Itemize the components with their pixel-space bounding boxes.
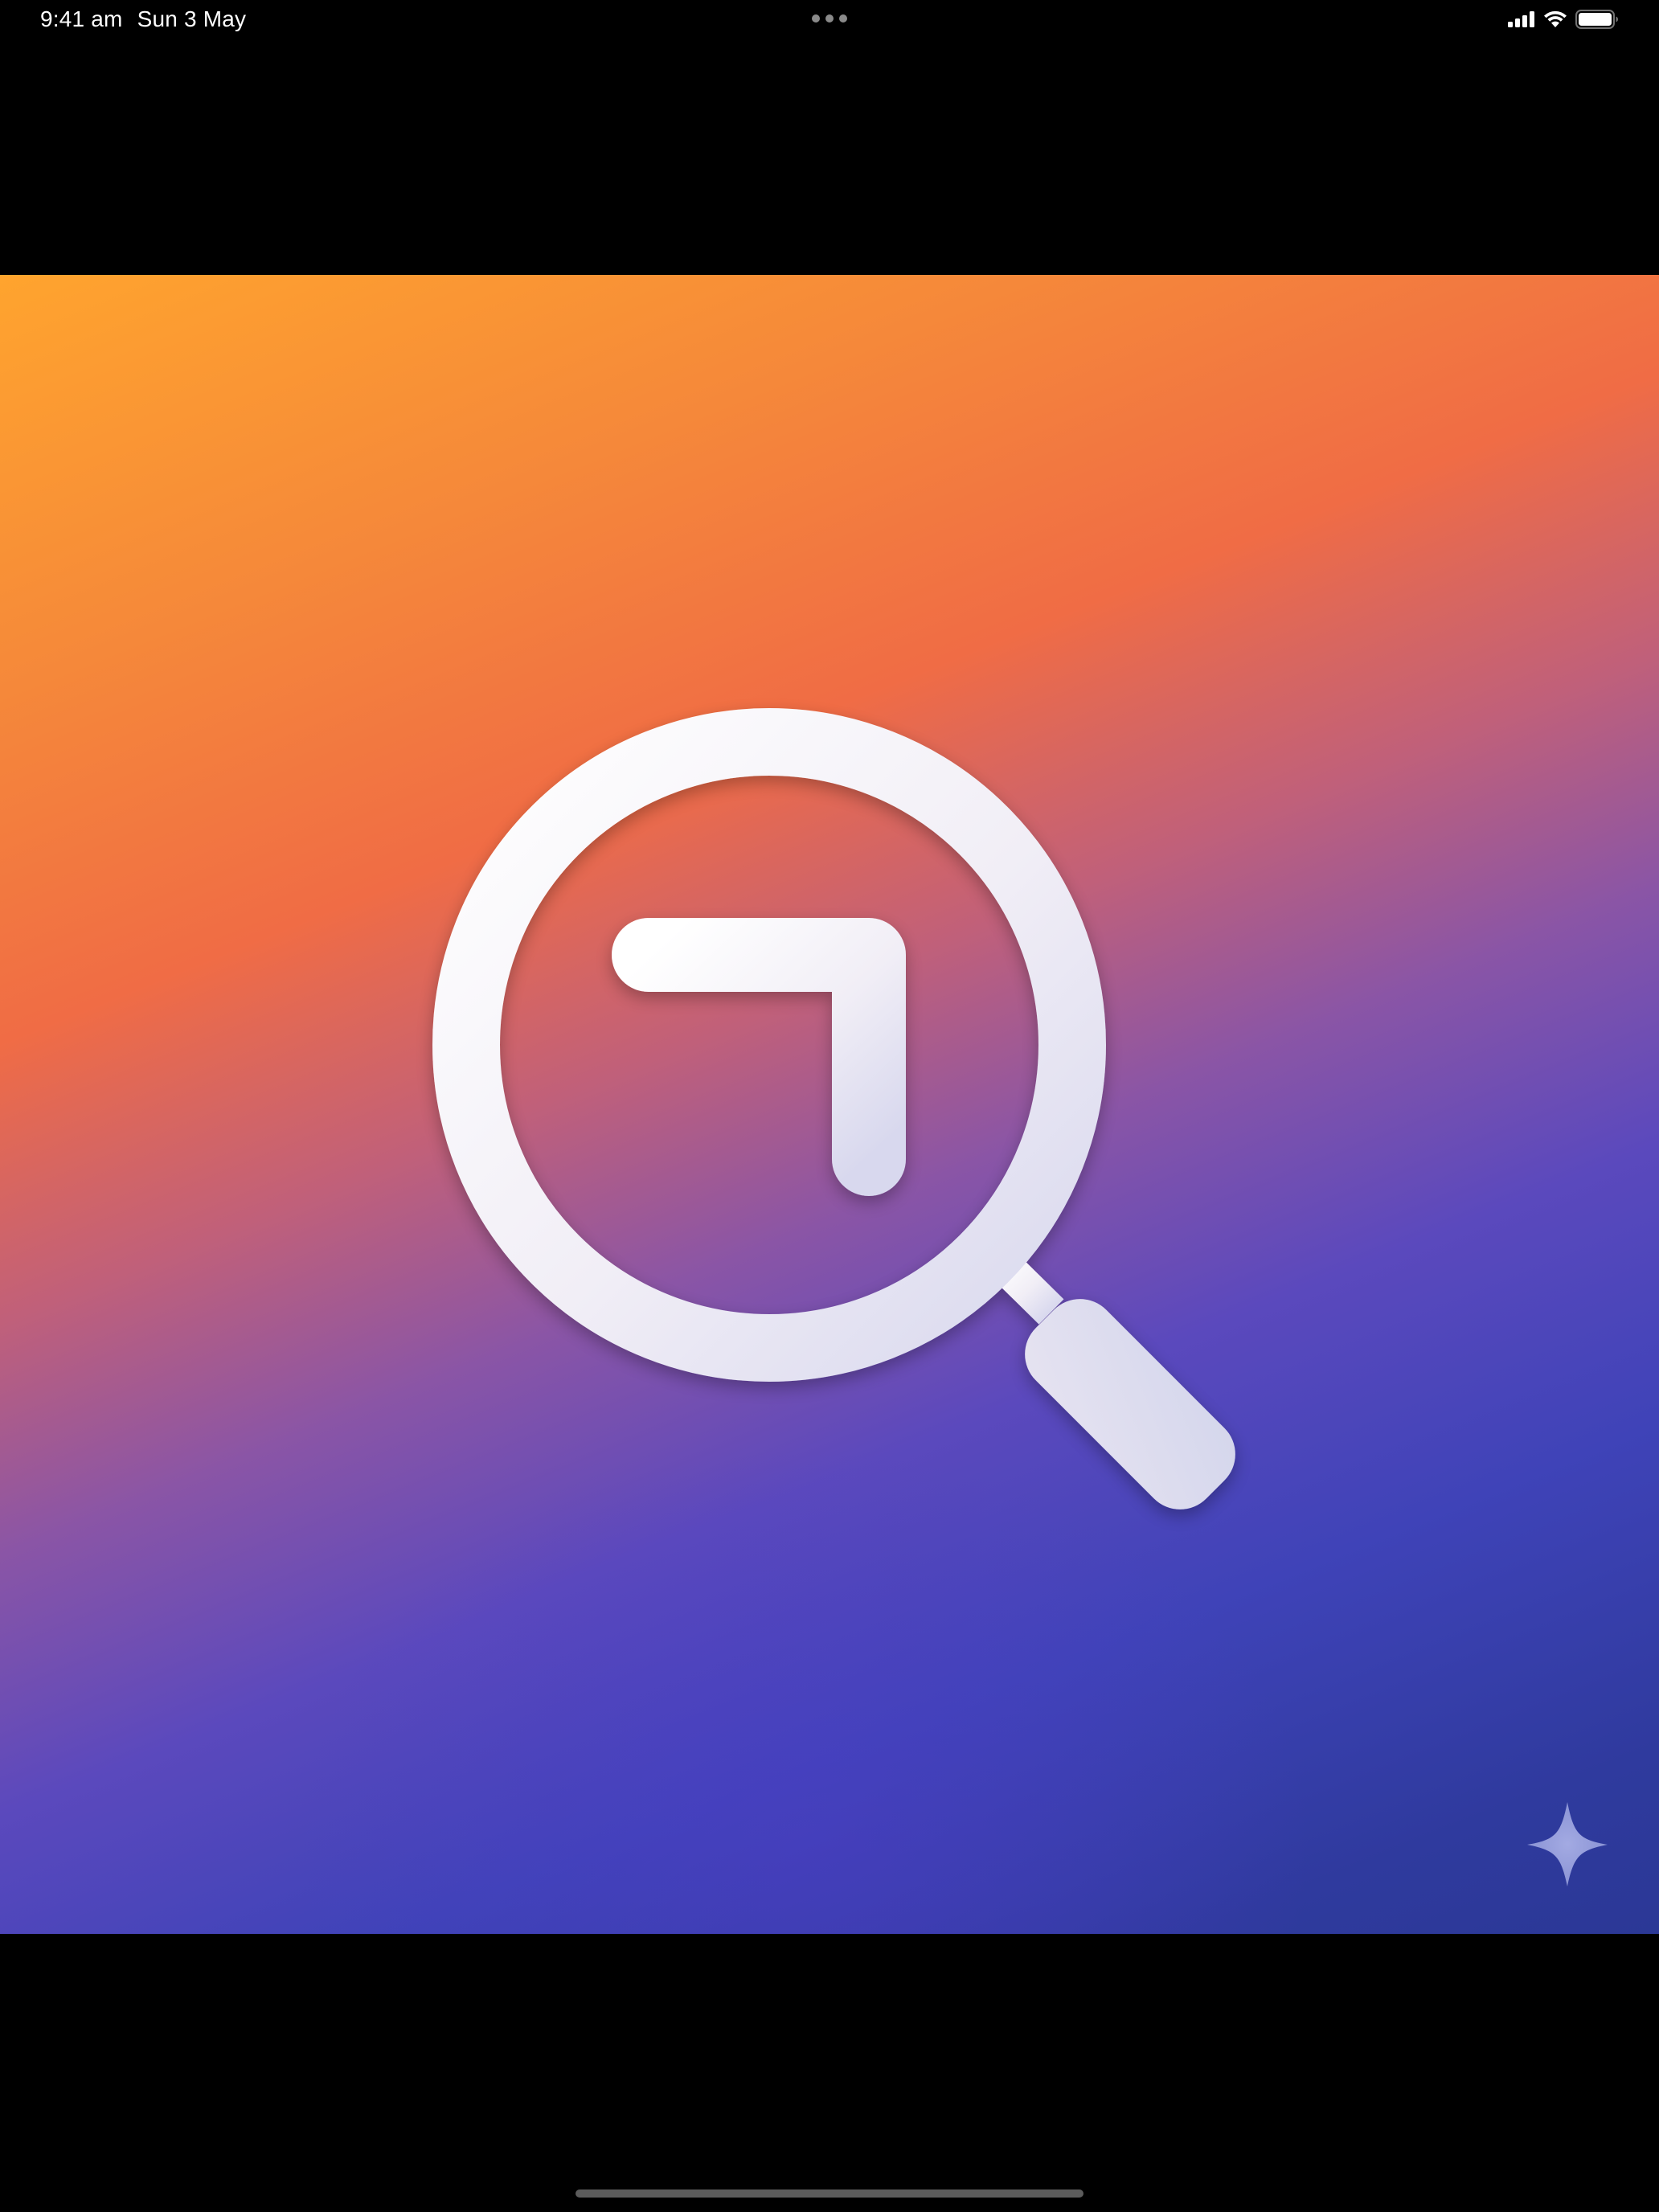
magnifying-glass-arrow-icon <box>432 708 1235 1509</box>
status-time: 9:41 am <box>40 6 123 31</box>
ellipsis-icon[interactable] <box>812 14 847 23</box>
cellular-signal-icon <box>1508 11 1534 27</box>
status-time-date: 9:41 am Sun 3 May <box>40 6 246 32</box>
app-icon-image <box>0 275 1659 1934</box>
battery-icon <box>1575 10 1618 29</box>
sparkle-icon <box>1527 1802 1608 1886</box>
home-indicator[interactable] <box>576 2189 1083 2198</box>
wifi-icon <box>1544 10 1567 27</box>
screen: 9:41 am Sun 3 May <box>0 0 1659 2212</box>
dot <box>812 14 820 23</box>
dot <box>839 14 847 23</box>
dot <box>825 14 834 23</box>
status-bar: 9:41 am Sun 3 May <box>0 0 1659 39</box>
image-artwork <box>432 708 1608 1886</box>
status-date: Sun 3 May <box>137 6 247 31</box>
status-indicators <box>1508 8 1619 31</box>
